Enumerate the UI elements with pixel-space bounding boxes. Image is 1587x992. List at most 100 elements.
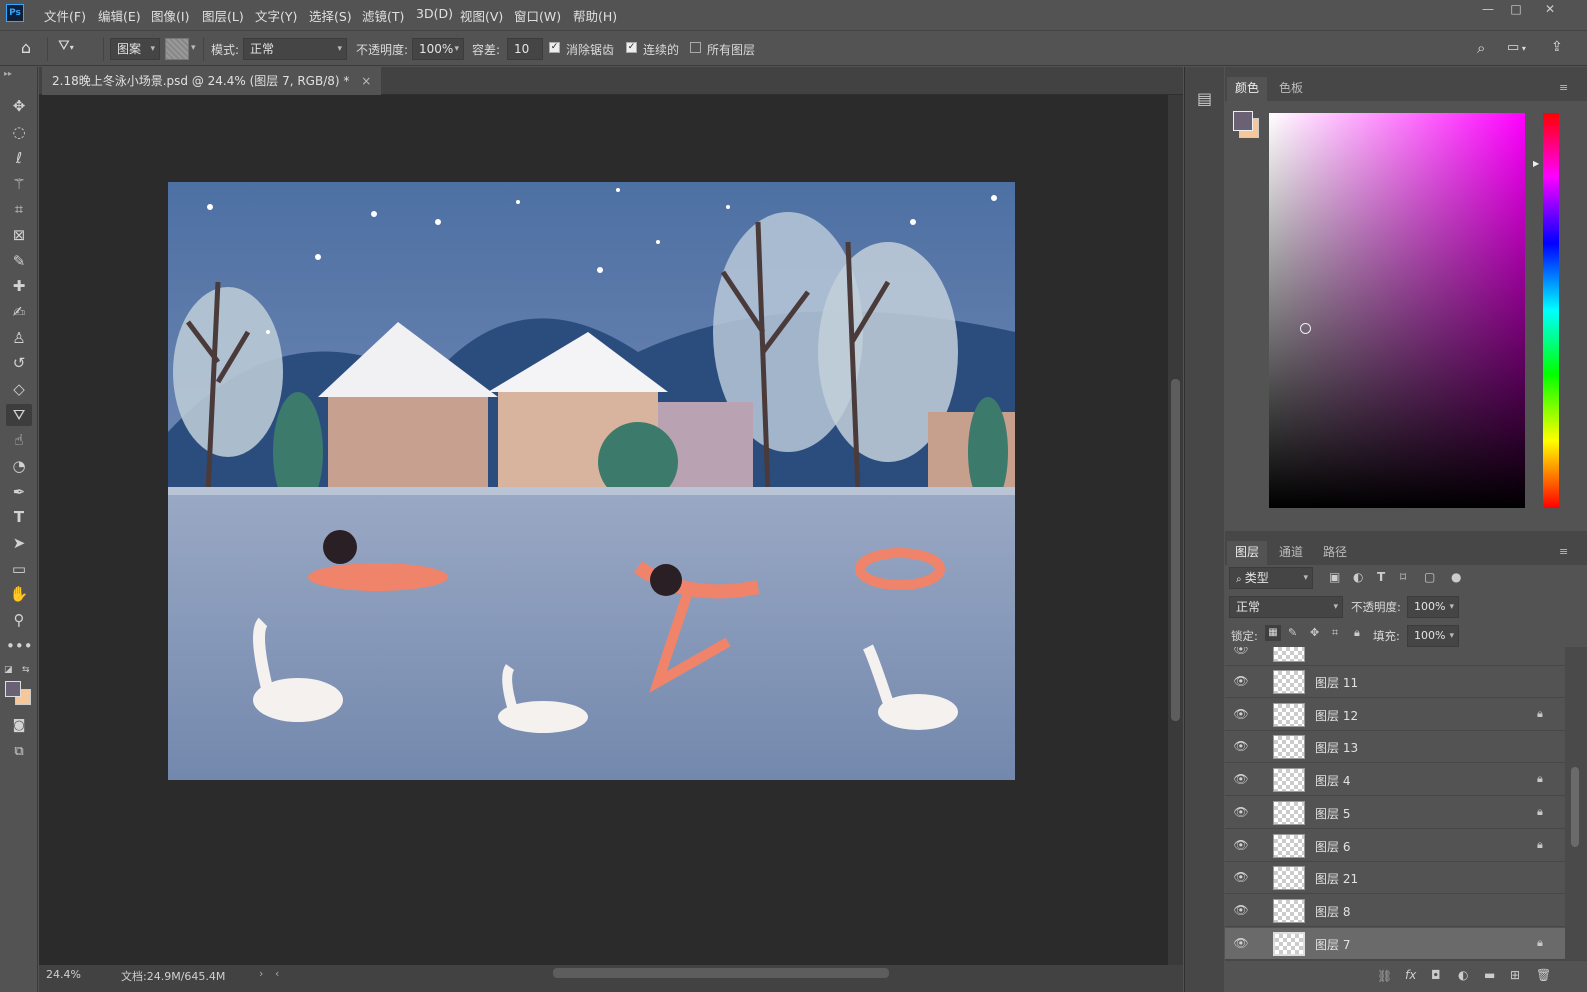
quick-mask-icon[interactable]: ◙ (6, 715, 32, 737)
scroll-left-icon[interactable]: ‹ (275, 967, 279, 980)
visibility-eye-icon[interactable]: 👁︎ (1233, 739, 1249, 755)
layer-name[interactable]: 图层 12 (1315, 707, 1358, 724)
layer-row[interactable]: 👁︎ 图层 13 (1225, 731, 1565, 764)
layer-row[interactable]: 👁︎ 图层 4 🔒︎ (1225, 764, 1565, 797)
path-select-icon[interactable]: ➤ (6, 532, 32, 554)
healing-icon[interactable]: ✚ (6, 275, 32, 297)
visibility-eye-icon[interactable]: 👁︎ (1233, 805, 1249, 821)
visibility-eye-icon[interactable]: 👁︎ (1233, 903, 1249, 919)
share-icon[interactable]: ⇪ (1551, 39, 1563, 55)
layer-name[interactable]: 图层 8 (1315, 903, 1350, 920)
layer-name[interactable]: 图层 5 (1315, 805, 1350, 822)
menu-type[interactable]: 文字(Y) (255, 6, 297, 25)
layer-row[interactable]: 👁︎ 图层 8 (1225, 894, 1565, 927)
all-layers-checkbox[interactable] (690, 42, 701, 53)
hue-slider-handle[interactable]: ▶ (1533, 159, 1539, 168)
dodge-icon[interactable]: ◔ (6, 455, 32, 477)
vertical-scrollbar[interactable] (1168, 95, 1183, 965)
filter-smart-object-icon[interactable]: ▢ (1424, 570, 1435, 584)
tab-paths[interactable]: 路径 (1315, 541, 1355, 565)
mode-select[interactable]: 正常 ▾ (243, 38, 347, 60)
layer-filter-select[interactable]: ⌕ 类型 ▾ (1229, 567, 1313, 589)
visibility-eye-icon[interactable]: 👁︎ (1233, 838, 1249, 854)
photoshop-logo[interactable]: Ps (6, 4, 24, 22)
foreground-color-swatch[interactable] (5, 681, 21, 697)
layer-row[interactable]: 👁︎ 图层 11 (1225, 666, 1565, 698)
new-layer-icon[interactable]: ⊞ (1510, 968, 1520, 982)
lock-pixels-icon[interactable]: ✎ (1288, 626, 1297, 639)
fill-source-select[interactable]: 图案 ▾ (110, 38, 160, 60)
canvas-area[interactable] (39, 95, 1168, 965)
new-group-icon[interactable]: ▬ (1484, 968, 1495, 982)
layer-row[interactable]: 👁︎ 图层 12 🔒︎ (1225, 698, 1565, 731)
magic-wand-icon[interactable]: ⚚ (6, 173, 32, 195)
stamp-icon[interactable]: ♙ (6, 327, 32, 349)
visibility-eye-icon[interactable]: 👁︎ (1233, 772, 1249, 788)
horizontal-scroll-thumb[interactable] (553, 968, 889, 978)
pattern-swatch[interactable] (165, 38, 189, 60)
menu-image[interactable]: 图像(I) (151, 6, 189, 25)
layer-name[interactable]: 图层 7 (1315, 936, 1350, 953)
hue-slider[interactable] (1543, 113, 1559, 508)
filter-type-icon[interactable]: T (1377, 570, 1385, 584)
layer-name[interactable]: 图层 21 (1315, 870, 1358, 887)
menu-file[interactable]: 文件(F) (44, 6, 86, 25)
pen-icon[interactable]: ✒ (6, 481, 32, 503)
visibility-eye-icon[interactable]: 👁︎ (1233, 870, 1249, 886)
vertical-scroll-thumb[interactable] (1171, 379, 1180, 721)
layer-opacity-input[interactable]: 100% ▾ (1407, 596, 1459, 618)
layer-row[interactable]: 👁︎ 图层 5 🔒︎ (1225, 796, 1565, 829)
layer-name[interactable]: 图层 13 (1315, 739, 1358, 756)
zoom-level[interactable]: 24.4% (46, 968, 81, 981)
collapse-toolbox-icon[interactable]: ▸▸ (4, 69, 12, 78)
menu-help[interactable]: 帮助(H) (573, 6, 617, 25)
lock-transparent-icon[interactable]: ▦ (1265, 625, 1281, 641)
opacity-input[interactable]: 100% ▾ (412, 38, 464, 60)
filter-adjustment-icon[interactable]: ◐ (1353, 570, 1363, 584)
filter-toggle-icon[interactable]: ● (1451, 570, 1461, 584)
paint-bucket-preset-icon[interactable]: ⛛▾ (58, 38, 94, 60)
close-tab-icon[interactable]: × (361, 74, 371, 88)
visibility-eye-icon[interactable]: 👁︎ (1233, 936, 1249, 952)
home-icon[interactable]: ⌂ (14, 38, 38, 60)
maximize-button[interactable]: □ (1506, 2, 1526, 18)
tab-channels[interactable]: 通道 (1271, 541, 1311, 565)
antialias-checkbox[interactable]: ✓ (549, 42, 560, 53)
frame-icon[interactable]: ⊠ (6, 224, 32, 246)
visibility-eye-icon[interactable]: 👁︎ (1233, 707, 1249, 723)
layer-blend-mode-select[interactable]: 正常 ▾ (1229, 596, 1343, 618)
layer-name[interactable]: 图层 4 (1315, 772, 1350, 789)
layers-scroll-thumb[interactable] (1571, 767, 1579, 847)
tab-swatches[interactable]: 色板 (1271, 77, 1311, 101)
menu-edit[interactable]: 编辑(E) (98, 6, 141, 25)
eyedropper-icon[interactable]: ✎ (6, 250, 32, 272)
menu-layer[interactable]: 图层(L) (202, 6, 244, 25)
layer-name[interactable]: 图层 11 (1315, 674, 1358, 691)
paint-bucket-icon[interactable]: ⛛ (6, 404, 32, 426)
screen-mode-icon[interactable]: ⧉ (6, 741, 32, 763)
default-colors-icon[interactable]: ◪ (4, 665, 13, 675)
more-icon[interactable]: ••• (6, 635, 33, 657)
eraser-icon[interactable]: ◇ (6, 378, 32, 400)
artwork-canvas[interactable] (168, 182, 1015, 780)
history-brush-icon[interactable]: ↺ (6, 352, 32, 374)
layer-row-partial[interactable]: 👁︎ (1225, 647, 1565, 666)
color-picker-cursor[interactable] (1300, 323, 1311, 334)
type-icon[interactable]: T (6, 506, 32, 528)
properties-panel-icon[interactable]: ▤ (1197, 89, 1212, 108)
swap-colors-icon[interactable]: ⇆ (22, 665, 30, 675)
marquee-icon[interactable]: ◌ (6, 121, 32, 143)
adjustment-layer-icon[interactable]: ◐ (1458, 968, 1468, 982)
color-panel-foreground-swatch[interactable] (1233, 111, 1253, 131)
layer-row[interactable]: 👁︎ 图层 21 (1225, 862, 1565, 895)
fill-input[interactable]: 100% ▾ (1407, 625, 1459, 647)
visibility-eye-icon[interactable]: 👁︎ (1233, 647, 1249, 658)
tab-color[interactable]: 颜色 (1227, 77, 1268, 101)
brush-icon[interactable]: ✍ (6, 301, 32, 323)
close-window-button[interactable]: ✕ (1540, 2, 1560, 18)
status-menu-arrow-icon[interactable]: › (259, 967, 263, 980)
filter-image-icon[interactable]: ▣ (1329, 570, 1340, 584)
link-layers-icon[interactable]: ⛓ (1377, 969, 1392, 983)
visibility-eye-icon[interactable]: 👁︎ (1233, 674, 1249, 690)
color-panel-menu-icon[interactable]: ≡ (1559, 81, 1568, 94)
